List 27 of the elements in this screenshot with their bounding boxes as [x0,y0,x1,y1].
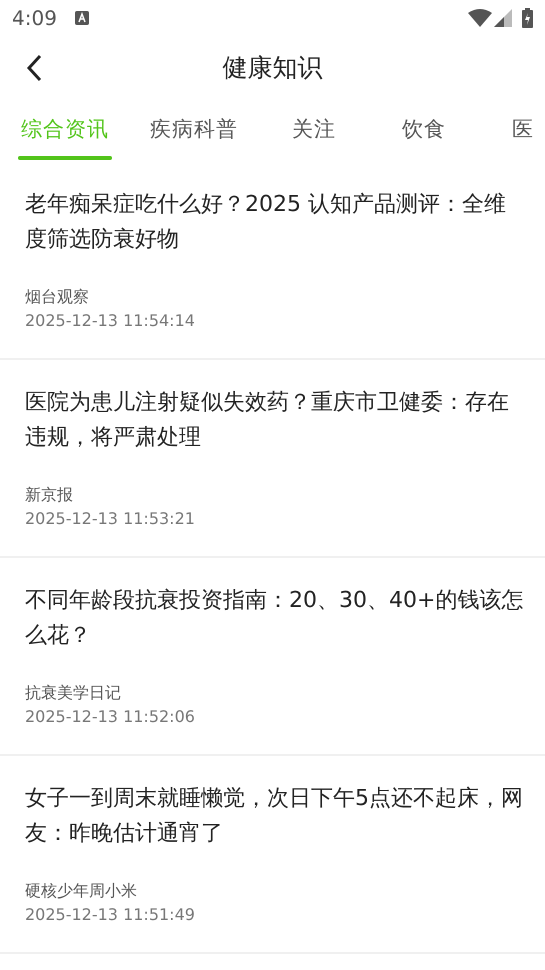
article-title: 老年痴呆症吃什么好？2025 认知产品测评：全维度筛选防衰好物 [25,191,507,254]
category-tab[interactable]: 饮食 [402,100,446,162]
article-source: 硬核少年周小米 [25,880,137,902]
wifi-icon [468,9,492,27]
article-title: 女子一到周末就睡懒觉，次日下午5点还不起床，网友：昨晚估计通宵了 [25,785,524,848]
article-source: 新京报 [25,484,73,506]
status-time: 4:09 [12,5,57,32]
article-item[interactable]: 不同年龄段抗衰投资指南：20、30、40+的钱该怎么花？ 抗衰美学日记 2025-12-13 11:52:06 [0,558,545,756]
article-time: 2025-12-13 11:54:14 [25,310,195,332]
article-item[interactable]: 医院为患儿注射疑似失效药？重庆市卫健委：存在违规，将严肃处理 新京报 2025-12-13 11:53:21 [0,360,545,558]
category-tab[interactable]: 关注 [292,100,336,162]
article-title: 医院为患儿注射疑似失效药？重庆市卫健委：存在违规，将严肃处理 [25,389,510,452]
category-tab[interactable]: 医 [512,100,534,162]
article-item[interactable]: 女子一到周末就睡懒觉，次日下午5点还不起床，网友：昨晚估计通宵了 硬核少年周小米 2025-12-13 11:51:49 [0,756,545,954]
article-item[interactable]: 老年痴呆症吃什么好？2025 认知产品测评：全维度筛选防衰好物 烟台观察 2025-12-13 11:54:14 [0,162,545,360]
article-source: 抗衰美学日记 [25,682,121,704]
article-source: 烟台观察 [25,286,89,308]
article-time: 2025-12-13 11:52:06 [25,706,195,728]
article-title: 不同年龄段抗衰投资指南：20、30、40+的钱该怎么花？ [25,587,524,650]
back-icon [26,54,42,82]
article-time: 2025-12-13 11:53:21 [25,508,195,530]
article-time: 2025-12-13 11:51:49 [25,904,195,926]
battery-icon [522,8,533,28]
notification-icon [74,11,89,25]
signal-icon [494,9,512,27]
page-title: 健康知识 [222,52,322,84]
category-tab[interactable]: 疾病科普 [150,100,238,162]
